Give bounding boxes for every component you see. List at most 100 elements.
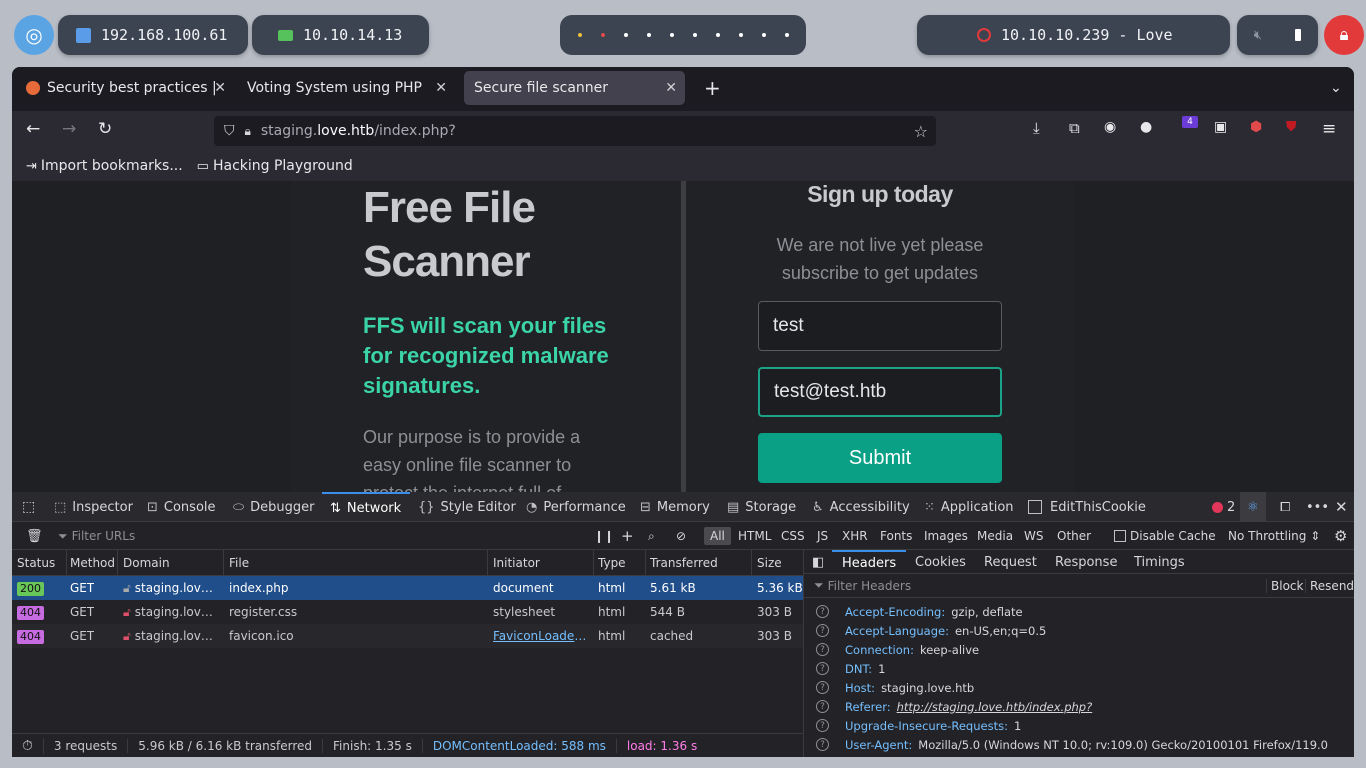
toggle-sidebar-icon[interactable]: ◧	[812, 550, 824, 574]
tab-memory[interactable]: ⊟ Memory	[640, 492, 710, 522]
filter-html[interactable]: HTML	[732, 527, 777, 545]
header-row[interactable]: ? Upgrade-Insecure-Requests: 1	[804, 716, 1354, 735]
help-icon[interactable]: ?	[816, 681, 829, 694]
reload-icon[interactable]: ↻	[98, 119, 112, 139]
workspace-dot[interactable]	[577, 33, 582, 37]
header-row[interactable]: ? Host: staging.love.htb	[804, 678, 1354, 697]
header-row[interactable]: ? DNT: 1	[804, 659, 1354, 678]
help-icon[interactable]: ?	[816, 624, 829, 637]
trash-icon[interactable]: 🗑︎	[20, 527, 49, 545]
element-picker-icon[interactable]: ⬚	[22, 492, 35, 522]
referer-link[interactable]: http://staging.love.htb/index.php?	[897, 700, 1093, 714]
tab-storage[interactable]: ▤ Storage	[727, 492, 796, 522]
star-icon[interactable]: ☆	[914, 122, 928, 141]
tab-response[interactable]: Response	[1055, 550, 1117, 574]
tab-accessibility[interactable]: ♿︎ Accessibility	[812, 492, 910, 522]
workspace-dot[interactable]	[715, 33, 720, 37]
email-input[interactable]: test@test.htb	[758, 367, 1002, 417]
close-icon[interactable]: ✕	[665, 80, 677, 96]
tab-application[interactable]: ⁙ Application	[924, 492, 1014, 522]
tab-style-editor[interactable]: {} Style Editor	[418, 492, 516, 522]
download-icon[interactable]: ⤓	[1033, 119, 1040, 137]
tab-cookies[interactable]: Cookies	[915, 550, 966, 574]
workspace-dot[interactable]	[761, 33, 766, 37]
column-divider[interactable]	[751, 550, 752, 575]
col-file[interactable]: File	[229, 556, 249, 570]
filter-ws[interactable]: WS	[1018, 527, 1049, 545]
table-row[interactable]: 404 GET 🔓︎staging.love.htb favicon.ico F…	[12, 624, 803, 648]
col-size[interactable]: Size	[757, 556, 782, 570]
target-widget[interactable]: 10.10.10.239 - Love	[917, 15, 1230, 55]
ublock-icon[interactable]: ⛊	[1286, 119, 1297, 135]
filter-xhr[interactable]: XHR	[836, 527, 874, 545]
help-icon[interactable]: ?	[816, 700, 829, 713]
workspace-dot[interactable]	[738, 33, 743, 37]
workspace-dot[interactable]	[623, 33, 628, 37]
tab-timings[interactable]: Timings	[1134, 550, 1185, 574]
tab-request[interactable]: Request	[984, 550, 1037, 574]
plus-icon[interactable]: +	[615, 527, 640, 545]
tab-debugger[interactable]: ⬭ Debugger	[233, 492, 314, 522]
block-button[interactable]: Block	[1266, 578, 1303, 593]
col-domain[interactable]: Domain	[123, 556, 170, 570]
disable-cache-checkbox[interactable]: Disable Cache	[1108, 527, 1222, 545]
filter-fonts[interactable]: Fonts	[874, 527, 918, 545]
workspace-dot[interactable]	[646, 33, 651, 37]
cookie-extension-icon[interactable]: ●	[1140, 119, 1152, 135]
column-divider[interactable]	[66, 550, 67, 575]
filter-media[interactable]: Media	[971, 527, 1019, 545]
initiator-link[interactable]: FaviconLoader.jsm:191	[493, 629, 587, 643]
column-divider[interactable]	[487, 550, 488, 575]
col-type[interactable]: Type	[598, 556, 626, 570]
column-divider[interactable]	[645, 550, 646, 575]
filter-images[interactable]: Images	[918, 527, 974, 545]
resend-button[interactable]: Resend	[1305, 578, 1354, 593]
hackbar-extension-icon[interactable]: ▣	[1214, 119, 1227, 135]
filter-js[interactable]: JS	[811, 527, 834, 545]
submit-button[interactable]: Submit	[758, 433, 1002, 483]
mute-icon[interactable]: 🔇︎	[1254, 28, 1262, 43]
bookmark-hacking-playground[interactable]: Hacking Playground	[213, 158, 353, 174]
col-initiator[interactable]: Initiator	[493, 556, 540, 570]
column-divider[interactable]	[223, 550, 224, 575]
help-icon[interactable]: ?	[816, 643, 829, 656]
timer-icon[interactable]: ⏱	[12, 737, 44, 754]
tab-editthiscookie[interactable]: EditThisCookie	[1028, 492, 1146, 522]
workspace-dot[interactable]	[600, 33, 605, 37]
workspace-dot[interactable]	[784, 33, 789, 37]
header-row[interactable]: ? Accept-Language: en-US,en;q=0.5	[804, 621, 1354, 640]
header-row[interactable]: ? Referer: http://staging.love.htb/index.p…	[804, 697, 1354, 716]
vpn-ip-widget[interactable]: 10.10.14.13	[252, 15, 429, 55]
col-transferred[interactable]: Transferred	[650, 556, 718, 570]
tab-headers[interactable]: Headers	[832, 550, 907, 574]
filter-other[interactable]: Other	[1051, 527, 1097, 545]
gear-icon[interactable]: ⚙	[1328, 527, 1353, 545]
debian-logo-icon[interactable]: ◎	[14, 15, 54, 55]
filter-css[interactable]: CSS	[775, 527, 811, 545]
search-icon[interactable]: ⌕	[642, 527, 661, 545]
help-icon[interactable]: ?	[816, 662, 829, 675]
close-icon[interactable]: ✕	[214, 80, 226, 96]
header-row[interactable]: ? Accept-Encoding: gzip, deflate	[804, 602, 1354, 621]
local-ip-widget[interactable]: 192.168.100.61	[58, 15, 248, 55]
tab-voting[interactable]: Voting System using PHP ✕	[237, 71, 455, 105]
filter-urls-input[interactable]: ⏷ Filter URLs	[52, 527, 572, 545]
filter-headers-input[interactable]: Filter Headers	[828, 579, 911, 593]
new-tab-icon[interactable]: +	[694, 71, 731, 105]
workspace-dot[interactable]	[692, 33, 697, 37]
url-bar[interactable]: ⛉ 🔒︎ staging. love.htb/index.php? ☆	[214, 116, 936, 146]
table-row[interactable]: 404 GET 🔓︎staging.love.htb register.css …	[12, 600, 803, 624]
lock-icon[interactable]: 🔒︎	[1324, 15, 1364, 55]
close-icon[interactable]: ✕	[435, 80, 447, 96]
extensions-icon[interactable]: ⧉	[1069, 119, 1080, 137]
tab-performance[interactable]: ◔ Performance	[526, 492, 626, 522]
header-row[interactable]: ? Connection: keep-alive	[804, 640, 1354, 659]
tab-console[interactable]: ⊡ Console	[147, 492, 216, 522]
extension-badge[interactable]: 4	[1182, 116, 1198, 128]
help-icon[interactable]: ?	[816, 605, 829, 618]
column-divider[interactable]	[593, 550, 594, 575]
spy-extension-icon[interactable]: ◉	[1104, 119, 1116, 135]
col-method[interactable]: Method	[70, 556, 115, 570]
dock-icon[interactable]: ⧠	[1280, 492, 1290, 522]
back-icon[interactable]: ←	[26, 119, 40, 139]
